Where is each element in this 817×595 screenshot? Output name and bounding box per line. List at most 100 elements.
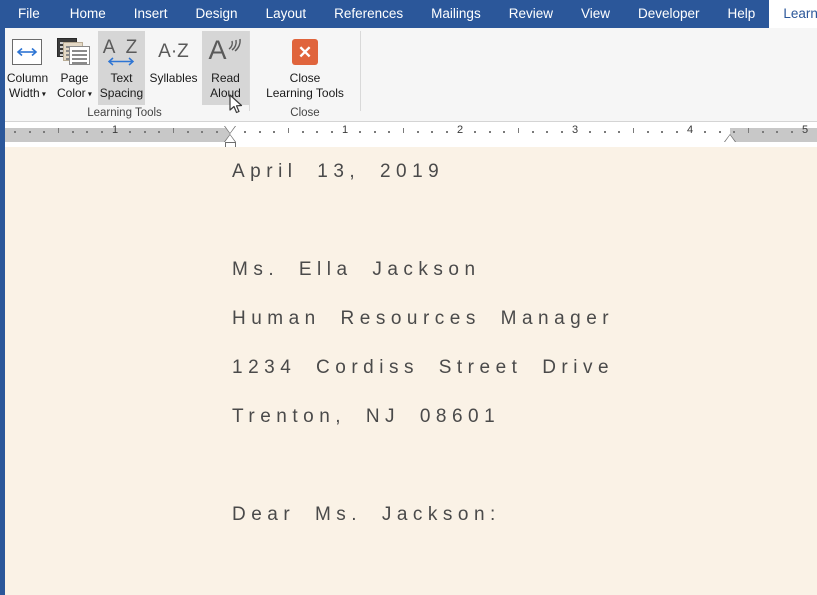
- tab-learning-tools[interactable]: Learning Tools: [769, 0, 817, 28]
- column-width-button[interactable]: Column Width ▾: [4, 31, 51, 105]
- column-width-label: Column Width ▾: [7, 71, 48, 101]
- tab-review-label: Review: [509, 7, 553, 21]
- left-indent-marker[interactable]: [225, 142, 236, 147]
- text-spacing-label: Text Spacing: [100, 71, 143, 101]
- page-color-label: Page Color ▾: [57, 71, 92, 101]
- ruler-half-inch-tick: [58, 128, 59, 133]
- ruler-eighth-inch-dot: [618, 131, 620, 133]
- ruler-half-inch-tick: [403, 128, 404, 133]
- tab-design[interactable]: Design: [182, 0, 252, 28]
- page-color-chevron-down-icon[interactable]: ▾: [86, 89, 92, 98]
- ruler-number: 5: [802, 123, 808, 137]
- text-spacing-icon-text: A Z: [103, 39, 141, 57]
- horizontal-ruler[interactable]: 2112345: [0, 123, 817, 147]
- ruler-eighth-inch-dot: [776, 131, 778, 133]
- column-width-icon: [12, 35, 42, 69]
- ruler-eighth-inch-dot: [388, 131, 390, 133]
- ruler-eighth-inch-dot: [86, 131, 88, 133]
- tab-view[interactable]: View: [567, 0, 624, 28]
- document-paragraph: Ms. Ella Jackson: [232, 245, 817, 294]
- column-width-label-line2: Width: [9, 86, 40, 100]
- tab-mailings[interactable]: Mailings: [417, 0, 495, 28]
- ribbon-tab-bar: File Home Insert Design Layout Reference…: [0, 0, 817, 28]
- read-aloud-icon-text: A: [209, 35, 227, 65]
- page-color-icon: [57, 35, 91, 69]
- ruler-half-inch-tick: [173, 128, 174, 133]
- ruler-eighth-inch-dot: [733, 131, 735, 133]
- close-learning-tools-label: Close Learning Tools: [266, 71, 344, 101]
- text-spacing-icon: A Z: [103, 35, 141, 69]
- text-spacing-button[interactable]: A Z Text Spacing: [98, 31, 145, 105]
- read-aloud-label-line1: Read: [211, 71, 240, 85]
- close-x-icon: ✕: [292, 35, 318, 69]
- ruler-eighth-inch-dot: [589, 131, 591, 133]
- ruler-number: 3: [572, 123, 578, 137]
- ruler-eighth-inch-dot: [201, 131, 203, 133]
- tab-home-label: Home: [70, 7, 106, 21]
- ruler-eighth-inch-dot: [244, 131, 246, 133]
- ruler-eighth-inch-dot: [676, 131, 678, 133]
- word-learning-tools-window: File Home Insert Design Layout Reference…: [0, 0, 817, 595]
- text-spacing-label-line2: Spacing: [100, 86, 143, 100]
- page-color-label-line2: Color: [57, 86, 86, 100]
- close-learning-tools-button[interactable]: ✕ Close Learning Tools: [255, 31, 355, 105]
- ribbon: Column Width ▾: [0, 28, 817, 122]
- ruler-eighth-inch-dot: [316, 131, 318, 133]
- ruler-eighth-inch-dot: [489, 131, 491, 133]
- learning-tools-group-label: Learning Tools: [4, 106, 245, 122]
- window-left-accent-bar: [0, 0, 5, 595]
- column-width-label-line1: Column: [7, 71, 48, 85]
- ruler-band: [0, 128, 817, 142]
- syllables-label-line1: Syllables: [149, 71, 197, 85]
- read-aloud-label: Read Aloud: [210, 71, 241, 101]
- column-width-chevron-down-icon[interactable]: ▾: [40, 89, 46, 98]
- tab-layout[interactable]: Layout: [252, 0, 321, 28]
- ruler-eighth-inch-dot: [762, 131, 764, 133]
- tab-home[interactable]: Home: [56, 0, 120, 28]
- ruler-eighth-inch-dot: [144, 131, 146, 133]
- ruler-eighth-inch-dot: [273, 131, 275, 133]
- ruler-eighth-inch-dot: [661, 131, 663, 133]
- sound-waves-icon: [227, 37, 243, 55]
- close-learning-tools-label-line1: Close: [290, 71, 321, 85]
- page-color-button[interactable]: Page Color ▾: [51, 31, 98, 105]
- right-indent-marker[interactable]: [724, 134, 736, 142]
- ruler-eighth-inch-dot: [43, 131, 45, 133]
- ruler-eighth-inch-dot: [561, 131, 563, 133]
- document-text-body: April 13, 2019 Ms. Ella Jackson Human Re…: [232, 147, 817, 595]
- tab-help[interactable]: Help: [714, 0, 770, 28]
- ruler-half-inch-tick: [518, 128, 519, 133]
- ruler-eighth-inch-dot: [359, 131, 361, 133]
- read-aloud-label-line2: Aloud: [210, 86, 241, 100]
- document-paragraph: Dear Ms. Jackson:: [232, 490, 817, 539]
- tab-review[interactable]: Review: [495, 0, 567, 28]
- ruler-eighth-inch-dot: [331, 131, 333, 133]
- tab-insert[interactable]: Insert: [120, 0, 182, 28]
- close-x-glyph: ✕: [298, 44, 312, 61]
- ruler-number: 1: [112, 123, 118, 137]
- ruler-eighth-inch-dot: [129, 131, 131, 133]
- tab-developer[interactable]: Developer: [624, 0, 714, 28]
- hanging-indent-marker[interactable]: [224, 134, 236, 142]
- ruler-eighth-inch-dot: [302, 131, 304, 133]
- document-paragraph: Trenton, NJ 08601: [232, 392, 817, 441]
- ruler-number: 1: [342, 123, 348, 137]
- first-line-indent-marker[interactable]: [224, 126, 236, 134]
- document-canvas[interactable]: April 13, 2019 Ms. Ella Jackson Human Re…: [5, 147, 817, 595]
- tab-layout-label: Layout: [266, 7, 307, 21]
- page-color-label-line1: Page: [60, 71, 88, 85]
- double-arrow-horizontal-icon: [16, 47, 38, 57]
- ruler-eighth-inch-dot: [29, 131, 31, 133]
- tab-references[interactable]: References: [320, 0, 417, 28]
- read-aloud-button[interactable]: A Read Aloud: [202, 31, 249, 105]
- tab-file[interactable]: File: [0, 0, 56, 28]
- ribbon-group-learning-tools: Column Width ▾: [4, 28, 249, 122]
- ribbon-group-divider-2: [360, 31, 361, 111]
- tab-mailings-label: Mailings: [431, 7, 481, 21]
- ruler-eighth-inch-dot: [647, 131, 649, 133]
- syllables-button[interactable]: A·Z Syllables: [145, 31, 202, 105]
- document-paragraph-blank: [232, 196, 817, 245]
- ruler-half-inch-tick: [748, 128, 749, 133]
- tab-developer-label: Developer: [638, 7, 700, 21]
- tab-file-label: File: [18, 7, 40, 21]
